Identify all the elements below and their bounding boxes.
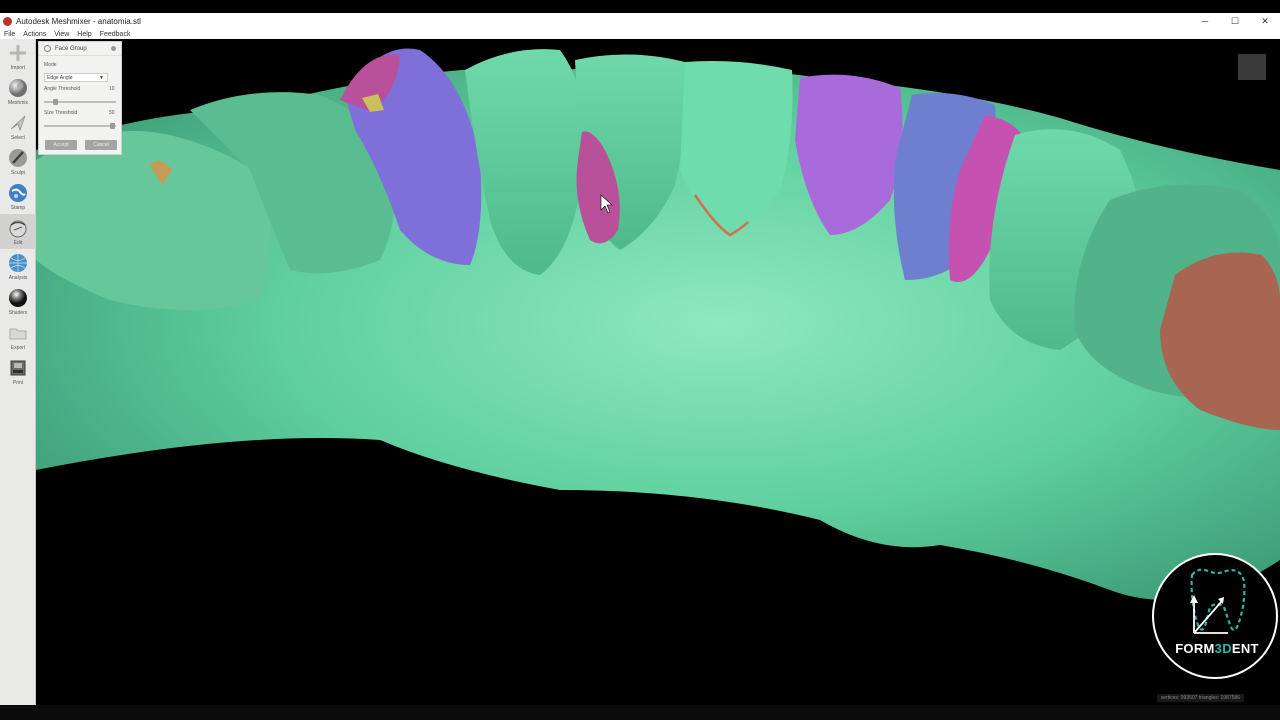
tool-edit-label: Edit <box>13 240 23 246</box>
tool-export[interactable]: Export <box>0 319 36 354</box>
tool-stamp[interactable]: Stamp <box>0 179 36 214</box>
tool-shaders[interactable]: Shaders <box>0 284 36 319</box>
tool-select-label: Select <box>11 135 25 141</box>
menu-help[interactable]: Help <box>73 31 95 38</box>
face-group-panel: Face Group Mode Edge Angle ▼ Angle Thres… <box>38 41 122 155</box>
face-group-header: Face Group <box>39 42 121 56</box>
tool-edit[interactable]: Edit <box>0 214 36 249</box>
dental-arch-mesh <box>36 48 1280 600</box>
face-group-title: Face Group <box>55 45 87 52</box>
mode-value: Edge Angle <box>47 75 73 81</box>
tool-import-label: Import <box>10 65 26 71</box>
tool-sculpt[interactable]: Sculpt <box>0 144 36 179</box>
size-threshold-label: Size Threshold <box>44 110 78 116</box>
tool-meshmix[interactable]: Meshmix <box>0 74 36 109</box>
edit-icon <box>8 217 29 238</box>
menu-bar: File Actions View Help Feedback <box>0 29 1280 39</box>
sphere-icon <box>8 77 29 98</box>
angle-threshold-slider[interactable] <box>44 99 116 105</box>
tooth-logo-icon <box>1190 568 1246 634</box>
menu-actions[interactable]: Actions <box>19 31 50 38</box>
mode-dropdown[interactable]: Edge Angle ▼ <box>44 73 108 82</box>
logo-text-3d: 3D <box>1214 641 1232 656</box>
angle-threshold-label: Angle Threshold <box>44 86 81 92</box>
menu-file[interactable]: File <box>0 31 19 38</box>
plus-icon <box>8 42 29 63</box>
printer-icon <box>8 357 29 378</box>
mesh-stats: vertices: 993607 triangles: 1987586 <box>1156 694 1244 702</box>
size-threshold-value: 50 <box>109 110 115 116</box>
angle-threshold-handle[interactable] <box>53 99 59 105</box>
tool-meshmix-label: Meshmix <box>7 100 28 106</box>
3d-viewport[interactable] <box>36 39 1280 705</box>
folder-icon <box>8 322 29 343</box>
menu-view[interactable]: View <box>50 31 73 38</box>
size-threshold-handle[interactable] <box>109 123 115 129</box>
tool-stamp-label: Stamp <box>10 205 26 211</box>
face-group-icon <box>44 45 51 52</box>
arrow-icon <box>8 112 29 133</box>
tool-select[interactable]: Select <box>0 109 36 144</box>
angle-threshold-value: 10 <box>109 86 115 92</box>
cancel-button[interactable]: Cancel <box>85 140 117 150</box>
brush-icon <box>8 147 29 168</box>
tool-shaders-label: Shaders <box>8 310 28 316</box>
form3dent-logo: FORM3DENT <box>1152 553 1278 679</box>
tool-analysis[interactable]: Analysis <box>0 249 36 284</box>
panel-close-icon[interactable] <box>111 46 116 51</box>
maximize-button[interactable]: ☐ <box>1220 13 1250 29</box>
tool-analysis-label: Analysis <box>8 275 28 281</box>
tool-print-label: Print <box>12 380 24 386</box>
shader-sphere-icon <box>8 287 29 308</box>
window-controls: ─ ☐ ✕ <box>1190 13 1280 29</box>
tool-print[interactable]: Print <box>0 354 36 389</box>
globe-icon <box>8 182 29 203</box>
chevron-down-icon: ▼ <box>99 75 104 81</box>
view-cube[interactable] <box>1238 54 1266 80</box>
mesh-sphere-icon <box>8 252 29 273</box>
close-button[interactable]: ✕ <box>1250 13 1280 29</box>
window-title: Autodesk Meshmixer - anatomia.stl <box>16 16 141 26</box>
top-black-strip <box>0 0 1280 13</box>
size-threshold-slider[interactable] <box>44 123 116 129</box>
left-toolbar: Import Meshmix Select Sculpt Stamp Edit <box>0 39 36 705</box>
meshmixer-app-icon <box>3 16 12 26</box>
logo-text-2: ENT <box>1231 641 1259 656</box>
tool-import[interactable]: Import <box>0 39 36 74</box>
minimize-button[interactable]: ─ <box>1190 13 1220 29</box>
menu-feedback[interactable]: Feedback <box>96 31 135 38</box>
tool-export-label: Export <box>10 345 26 351</box>
mode-label: Mode <box>44 62 57 68</box>
status-bar <box>0 705 1280 720</box>
tool-sculpt-label: Sculpt <box>11 170 25 176</box>
title-bar: Autodesk Meshmixer - anatomia.stl ─ ☐ ✕ <box>0 13 1280 29</box>
accept-button[interactable]: Accept <box>45 140 77 150</box>
logo-wordmark: FORM3DENT <box>1154 641 1280 656</box>
logo-text-1: FORM <box>1175 641 1215 656</box>
